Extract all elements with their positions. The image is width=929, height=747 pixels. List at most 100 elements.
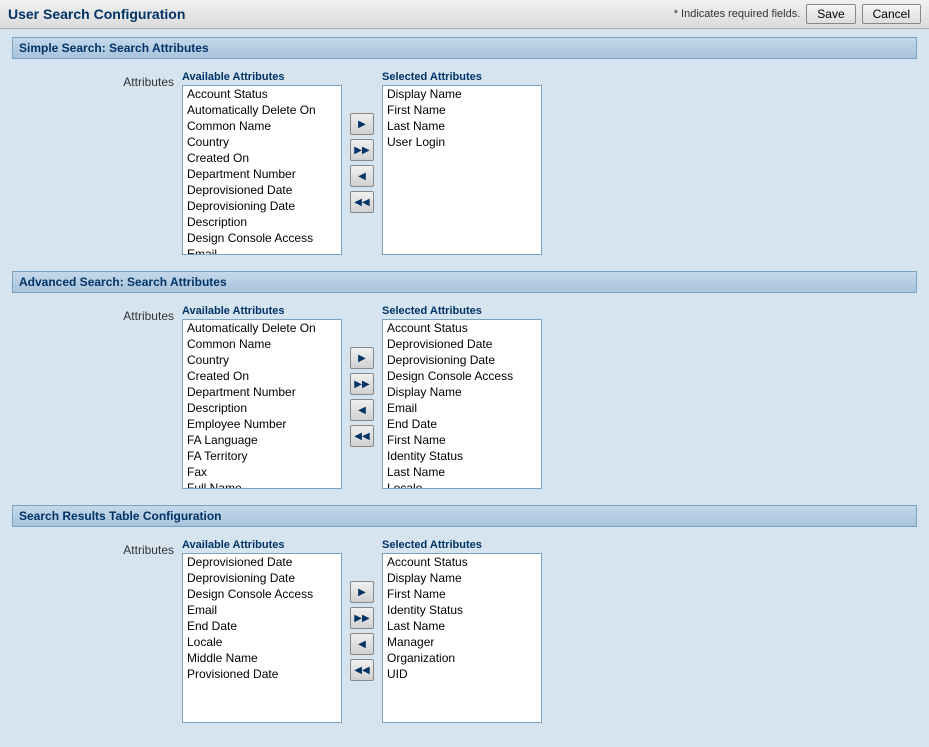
list-item[interactable]: Provisioned Date (183, 666, 341, 682)
list-item[interactable]: Account Status (183, 86, 341, 102)
required-note: * Indicates required fields. (674, 8, 801, 20)
available-label-2: Available Attributes (182, 539, 285, 551)
list-item[interactable]: First Name (383, 102, 541, 118)
available-wrap-2: Available AttributesDeprovisioned DateDe… (182, 539, 342, 723)
move-left-one-button-2[interactable]: ◀ (350, 633, 374, 655)
list-item[interactable]: Common Name (183, 336, 341, 352)
list-item[interactable]: Created On (183, 368, 341, 384)
page-wrapper: User Search Configuration * Indicates re… (0, 0, 929, 747)
section-body-2: AttributesAvailable Attributes Deprovisio… (12, 533, 917, 729)
section-body-0: AttributesAvailable Attributes Account St… (12, 65, 917, 261)
list-item[interactable]: Account Status (383, 320, 541, 336)
available-wrap-0: Available Attributes Account StatusAutoma… (182, 71, 342, 255)
list-item[interactable]: Locale (183, 634, 341, 650)
move-left-all-button-2[interactable]: ◀◀ (350, 659, 374, 681)
section-header-1: Advanced Search: Search Attributes (12, 271, 917, 293)
list-item[interactable]: UID (383, 666, 541, 682)
list-item[interactable]: Department Number (183, 166, 341, 182)
list-item[interactable]: Last Name (383, 118, 541, 134)
move-right-all-button-1[interactable]: ▶▶ (350, 373, 374, 395)
list-item[interactable]: Display Name (383, 86, 541, 102)
list-item[interactable]: Email (183, 602, 341, 618)
list-item[interactable]: Employee Number (183, 416, 341, 432)
selected-listbox-1[interactable]: Account StatusDeprovisioned DateDeprovis… (382, 319, 542, 489)
list-item[interactable]: Deprovisioning Date (383, 352, 541, 368)
top-bar-right: * Indicates required fields. Save Cancel (674, 4, 921, 24)
section-header-0: Simple Search: Search Attributes (12, 37, 917, 59)
available-listbox-0[interactable]: Account StatusAutomatically Delete OnCom… (182, 85, 342, 255)
list-item[interactable]: Middle Name (183, 650, 341, 666)
available-label-0: Available Attributes (182, 71, 285, 83)
section-advanced-search: Advanced Search: Search Attributes Attrib… (12, 271, 917, 495)
move-left-all-button-1[interactable]: ◀◀ (350, 425, 374, 447)
selected-listbox-0[interactable]: Display NameFirst NameLast NameUser Logi… (382, 85, 542, 255)
move-right-all-button-0[interactable]: ▶▶ (350, 139, 374, 161)
main-content[interactable]: Simple Search: Search Attributes Attribut… (0, 29, 929, 747)
list-item[interactable]: Email (183, 246, 341, 255)
section-body-1: AttributesAvailable AttributesAutomatica… (12, 299, 917, 495)
section-search-results: Search Results Table Configuration Attrib… (12, 505, 917, 729)
list-item[interactable]: Last Name (383, 464, 541, 480)
page-title: User Search Configuration (8, 6, 185, 22)
list-item[interactable]: Display Name (383, 570, 541, 586)
list-item[interactable]: FA Territory (183, 448, 341, 464)
list-item[interactable]: Fax (183, 464, 341, 480)
selected-label-1: Selected Attributes (382, 305, 482, 317)
list-item[interactable]: Deprovisioning Date (183, 198, 341, 214)
listbox-col-1: Available AttributesAutomatically Delete… (182, 305, 542, 489)
move-left-one-button-1[interactable]: ◀ (350, 399, 374, 421)
list-item[interactable]: Full Name (183, 480, 341, 489)
list-item[interactable]: Email (383, 400, 541, 416)
cancel-button[interactable]: Cancel (862, 4, 921, 24)
list-item[interactable]: Deprovisioned Date (183, 554, 341, 570)
selected-wrap-0: Selected AttributesDisplay NameFirst Nam… (382, 71, 542, 255)
list-item[interactable]: Automatically Delete On (183, 320, 341, 336)
move-right-one-button-1[interactable]: ▶ (350, 347, 374, 369)
list-item[interactable]: Design Console Access (383, 368, 541, 384)
move-right-all-button-2[interactable]: ▶▶ (350, 607, 374, 629)
list-item[interactable]: End Date (383, 416, 541, 432)
list-item[interactable]: Design Console Access (183, 586, 341, 602)
section-header-2: Search Results Table Configuration (12, 505, 917, 527)
list-item[interactable]: First Name (383, 586, 541, 602)
selected-wrap-2: Selected AttributesAccount StatusDisplay… (382, 539, 542, 723)
move-left-one-button-0[interactable]: ◀ (350, 165, 374, 187)
list-item[interactable]: Department Number (183, 384, 341, 400)
list-item[interactable]: Organization (383, 650, 541, 666)
list-item[interactable]: Locale (383, 480, 541, 489)
list-item[interactable]: Country (183, 134, 341, 150)
list-item[interactable]: Account Status (383, 554, 541, 570)
list-item[interactable]: Deprovisioned Date (383, 336, 541, 352)
list-item[interactable]: Description (183, 214, 341, 230)
section-simple-search: Simple Search: Search Attributes Attribut… (12, 37, 917, 261)
list-item[interactable]: Country (183, 352, 341, 368)
save-button[interactable]: Save (806, 4, 855, 24)
top-bar: User Search Configuration * Indicates re… (0, 0, 929, 29)
list-item[interactable]: Common Name (183, 118, 341, 134)
attributes-label-2: Attributes (12, 539, 182, 557)
list-item[interactable]: Description (183, 400, 341, 416)
move-right-one-button-0[interactable]: ▶ (350, 113, 374, 135)
available-listbox-1[interactable]: Automatically Delete OnCommon NameCountr… (182, 319, 342, 489)
move-left-all-button-0[interactable]: ◀◀ (350, 191, 374, 213)
list-item[interactable]: User Login (383, 134, 541, 150)
move-right-one-button-2[interactable]: ▶ (350, 581, 374, 603)
list-item[interactable]: Created On (183, 150, 341, 166)
list-item[interactable]: Identity Status (383, 602, 541, 618)
selected-listbox-2[interactable]: Account StatusDisplay NameFirst NameIden… (382, 553, 542, 723)
list-item[interactable]: Deprovisioned Date (183, 182, 341, 198)
list-item[interactable]: Automatically Delete On (183, 102, 341, 118)
list-item[interactable]: Deprovisioning Date (183, 570, 341, 586)
available-listbox-2[interactable]: Deprovisioned DateDeprovisioning DateDes… (182, 553, 342, 723)
attributes-label-0: Attributes (12, 71, 182, 89)
list-item[interactable]: Design Console Access (183, 230, 341, 246)
list-item[interactable]: First Name (383, 432, 541, 448)
list-item[interactable]: FA Language (183, 432, 341, 448)
list-item[interactable]: Manager (383, 634, 541, 650)
listbox-col-2: Available AttributesDeprovisioned DateDe… (182, 539, 542, 723)
list-item[interactable]: Identity Status (383, 448, 541, 464)
list-item[interactable]: Last Name (383, 618, 541, 634)
selected-wrap-1: Selected AttributesAccount StatusDeprovi… (382, 305, 542, 489)
list-item[interactable]: End Date (183, 618, 341, 634)
list-item[interactable]: Display Name (383, 384, 541, 400)
